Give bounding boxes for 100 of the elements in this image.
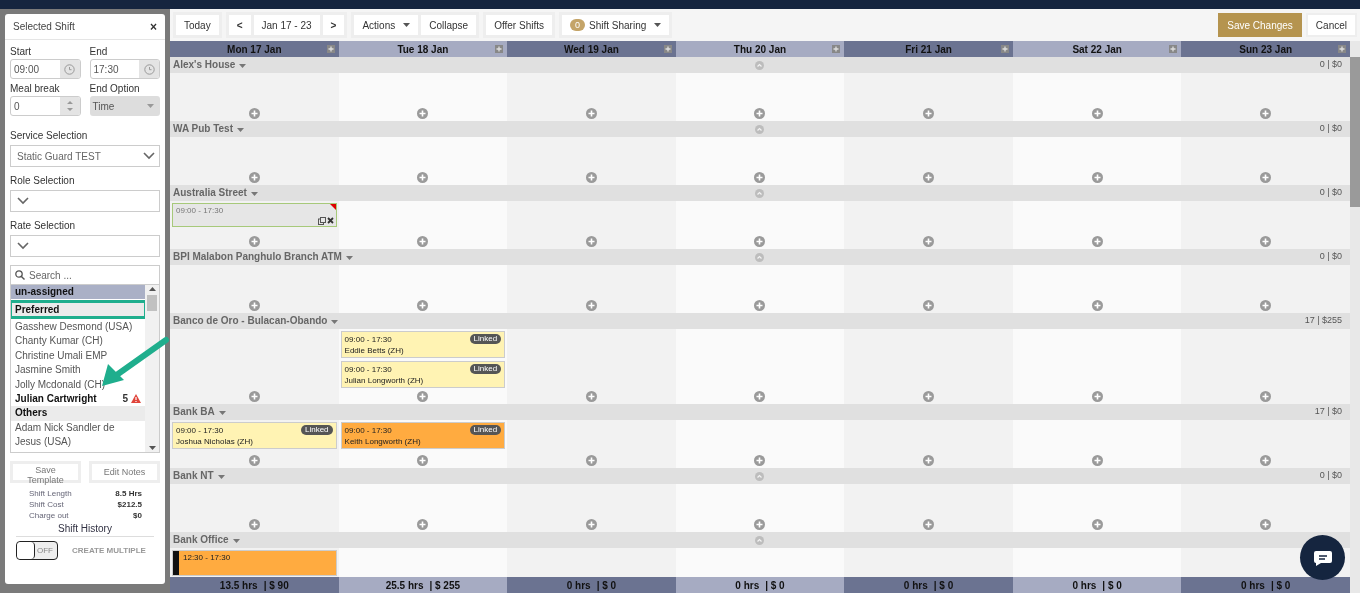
collapse-icon[interactable] (755, 188, 765, 198)
staff-item[interactable]: Jasmine Smith (15, 363, 81, 378)
today-button[interactable]: Today (176, 15, 219, 35)
add-icon[interactable] (417, 236, 429, 247)
previous-button[interactable]: < (228, 15, 251, 35)
add-icon[interactable] (248, 108, 260, 119)
expand-icon[interactable] (326, 45, 335, 53)
role-select[interactable] (10, 190, 160, 212)
add-icon[interactable] (417, 519, 429, 530)
add-icon[interactable] (923, 172, 935, 183)
time-field[interactable]: 0 (10, 96, 81, 116)
shift-history-link[interactable]: Shift History (58, 523, 112, 534)
add-icon[interactable] (754, 108, 766, 119)
next-button[interactable]: > (322, 15, 345, 35)
shift-card[interactable]: 09:00 - 17:30 Linked Julian Longworth (ZH) (340, 361, 506, 388)
site-name[interactable]: Australia Street (173, 187, 258, 198)
scroll-up-icon[interactable] (148, 287, 156, 291)
service-select[interactable]: Static Guard TEST (10, 145, 160, 167)
add-icon[interactable] (248, 172, 260, 183)
expand-icon[interactable] (1169, 45, 1178, 53)
add-icon[interactable] (585, 236, 597, 247)
offer-shifts-button[interactable]: Offer Shifts (486, 15, 552, 35)
panel-button[interactable]: Edit Notes (89, 461, 160, 483)
date-range-button[interactable]: Jan 17 - 23 (253, 15, 320, 35)
site-name[interactable]: Bank NT (173, 470, 225, 481)
scrollbar-thumb[interactable] (147, 295, 157, 311)
add-icon[interactable] (1260, 236, 1272, 247)
add-icon[interactable] (1260, 172, 1272, 183)
add-icon[interactable] (248, 391, 260, 402)
expand-icon[interactable] (1000, 45, 1009, 53)
expand-icon[interactable] (1338, 45, 1346, 53)
search-field[interactable]: Search ... (10, 265, 160, 285)
add-icon[interactable] (248, 300, 260, 311)
add-icon[interactable] (585, 455, 597, 466)
add-icon[interactable] (585, 172, 597, 183)
add-icon[interactable] (923, 300, 935, 311)
expand-icon[interactable] (663, 45, 672, 53)
add-icon[interactable] (248, 455, 260, 466)
scroll-down-icon[interactable] (148, 446, 156, 450)
close-button[interactable]: × (150, 19, 157, 34)
shift-sharing-button[interactable]: 0 Shift Sharing (562, 15, 670, 35)
add-icon[interactable] (248, 236, 260, 247)
add-icon[interactable] (1260, 519, 1272, 530)
add-icon[interactable] (1091, 519, 1103, 530)
add-icon[interactable] (754, 455, 766, 466)
site-name[interactable]: Bank Office (173, 534, 240, 545)
add-icon[interactable] (754, 236, 766, 247)
time-field[interactable]: 17:30 (89, 59, 160, 79)
time-field[interactable]: 09:00 (10, 59, 81, 79)
site-name[interactable]: BPI Malabon Panghulo Branch ATM (173, 251, 353, 262)
shift-card[interactable]: 09:00 - 17:30 Linked Eddie Betts (ZH) (340, 331, 506, 358)
collapse-icon[interactable] (755, 252, 765, 262)
staff-item[interactable]: Gasshew Desmond (USA) (15, 319, 133, 334)
collapse-icon[interactable] (755, 471, 765, 481)
cancel-button[interactable]: Cancel (1307, 15, 1355, 35)
staff-item[interactable]: Christine Umali EMP (15, 348, 108, 363)
open-shift-card[interactable]: 09:00 - 17:30 (172, 203, 337, 227)
shift-card[interactable]: 09:00 - 17:30 Linked Joshua Nicholas (ZH) (172, 422, 337, 449)
copy-icon[interactable] (317, 217, 326, 225)
add-icon[interactable] (754, 300, 766, 311)
add-icon[interactable] (1091, 391, 1103, 402)
add-icon[interactable] (1260, 300, 1272, 311)
staff-item[interactable]: Julian Cartwright (15, 391, 97, 406)
site-name[interactable]: WA Pub Test (173, 123, 244, 134)
add-icon[interactable] (1091, 108, 1103, 119)
add-icon[interactable] (417, 391, 429, 402)
collapse-icon[interactable] (755, 535, 765, 545)
add-icon[interactable] (417, 172, 429, 183)
site-name[interactable]: Alex's House (173, 59, 247, 70)
actions-button[interactable]: Actions (354, 15, 419, 35)
add-icon[interactable] (923, 455, 935, 466)
add-icon[interactable] (1091, 300, 1103, 311)
add-icon[interactable] (417, 455, 429, 466)
close-icon[interactable] (326, 217, 334, 224)
add-icon[interactable] (754, 172, 766, 183)
shift-card[interactable]: 09:00 - 17:30 Linked Keith Longworth (ZH) (340, 422, 506, 449)
add-icon[interactable] (1091, 172, 1103, 183)
add-icon[interactable] (923, 236, 935, 247)
collapse-button[interactable]: Collapse (421, 15, 477, 35)
add-icon[interactable] (754, 519, 766, 530)
add-icon[interactable] (1260, 108, 1272, 119)
expand-icon[interactable] (832, 45, 841, 53)
add-icon[interactable] (585, 519, 597, 530)
add-icon[interactable] (585, 391, 597, 402)
expand-icon[interactable] (495, 45, 504, 53)
add-icon[interactable] (585, 108, 597, 119)
add-icon[interactable] (923, 108, 935, 119)
add-icon[interactable] (1091, 236, 1103, 247)
add-icon[interactable] (923, 519, 935, 530)
add-icon[interactable] (585, 300, 597, 311)
staff-item[interactable]: Adam Nick Sandler de Jesus (USA) (15, 420, 138, 449)
add-icon[interactable] (417, 108, 429, 119)
site-name[interactable]: Banco de Oro - Bulacan-Obando (173, 315, 339, 326)
add-icon[interactable] (1260, 455, 1272, 466)
rate-select[interactable] (10, 235, 160, 257)
add-icon[interactable] (1091, 455, 1103, 466)
collapse-icon[interactable] (755, 60, 765, 70)
shift-card[interactable]: 12:30 - 17:30 (172, 550, 337, 576)
add-icon[interactable] (754, 391, 766, 402)
staff-item[interactable]: Jolly Mcdonald (CH) (15, 377, 106, 392)
